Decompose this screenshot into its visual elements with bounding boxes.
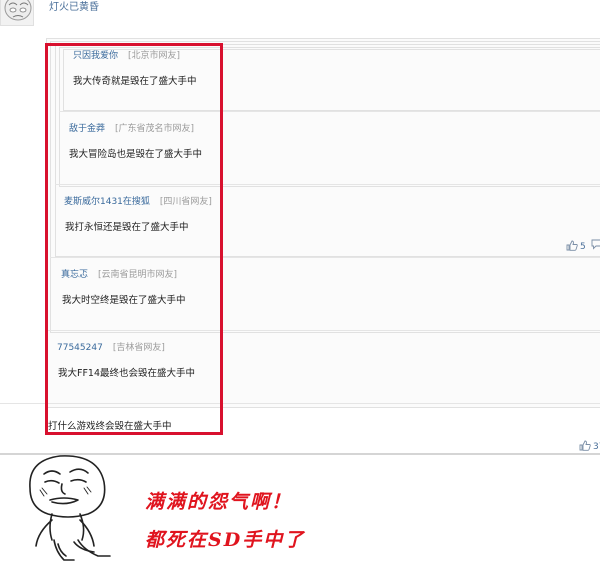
highlight-frame	[45, 43, 223, 435]
meme-caption-line-1: 满满的怨气啊！	[145, 491, 293, 513]
like-button[interactable]: 5	[566, 240, 586, 252]
like-button[interactable]: 37	[579, 440, 600, 452]
thumbs-up-icon	[579, 440, 591, 451]
reply-button[interactable]	[591, 239, 600, 251]
rage-face-illustration	[29, 455, 111, 561]
like-count: 37	[593, 442, 600, 452]
meme-caption-line-2: 都死在SD手中了	[145, 529, 306, 551]
top-username[interactable]: 灯火已黄昏	[49, 0, 99, 13]
avatar[interactable]	[0, 0, 34, 26]
comment-icon	[591, 239, 600, 250]
thumbs-up-icon	[566, 240, 578, 251]
like-count: 5	[580, 242, 586, 252]
